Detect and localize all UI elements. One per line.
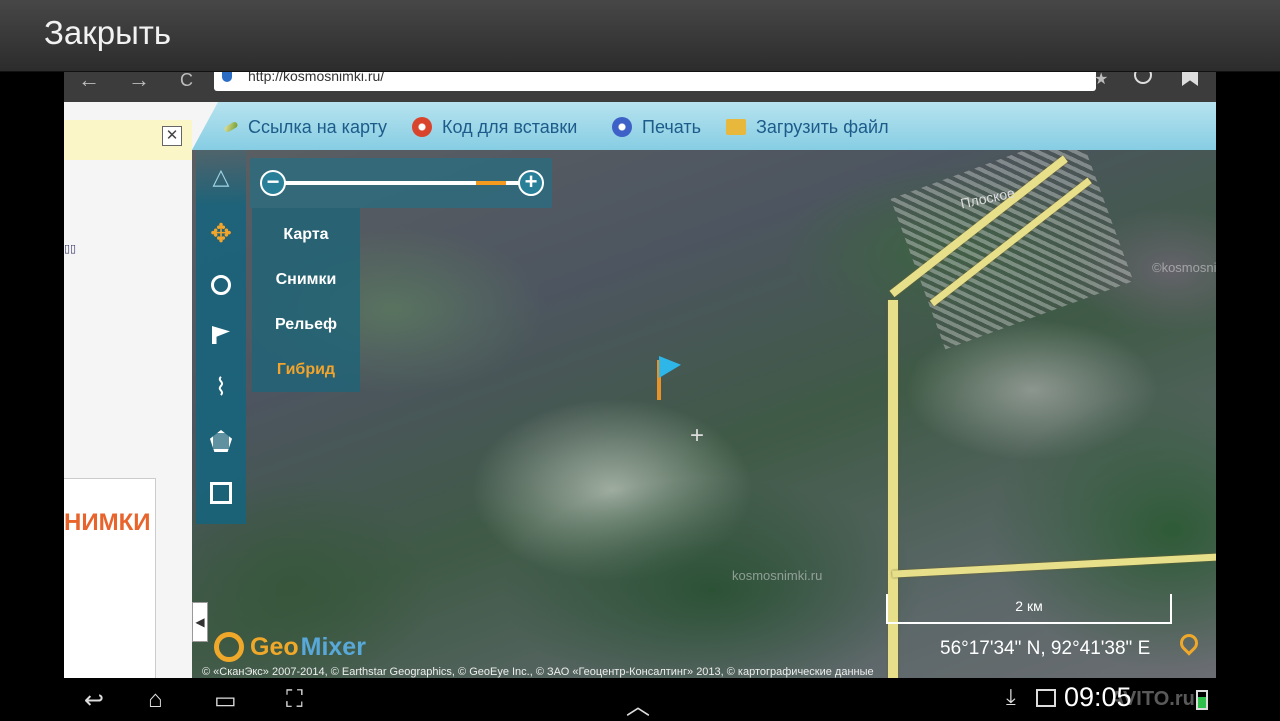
satellite-map[interactable]: Плоское ©kosmosnimki.ru kosmosnimki.ru +… <box>192 150 1216 678</box>
town-area <box>890 150 1134 350</box>
download-icon: ⤓ <box>1006 684 1016 709</box>
toolbar-upload-file[interactable]: Загрузить файл <box>726 116 889 138</box>
print-icon <box>612 117 632 137</box>
layer-relief[interactable]: Рельеф <box>252 316 360 334</box>
collapse-panel-button[interactable]: ◀ <box>192 602 208 642</box>
zoom-tool[interactable] <box>206 270 236 300</box>
polyline-icon[interactable]: ⌇ <box>206 372 236 402</box>
polygon-tool[interactable] <box>206 426 236 456</box>
system-nav-bar: ↩ ⌂ ▭ ⛶ ︿ ⤓ 09:05 AVITO.ru <box>0 678 1280 721</box>
scale-label: 2 км <box>1015 598 1043 614</box>
toolbar-item-label: Печать <box>642 116 701 137</box>
location-pin-icon[interactable] <box>1176 630 1202 656</box>
tiny-logo-icon: ▯▯ <box>64 243 77 255</box>
tool-strip: △ ✥ ⌇ <box>196 150 246 524</box>
layer-hybrid[interactable]: Гибрид <box>252 361 360 379</box>
forward-arrow-icon[interactable]: → <box>128 72 150 91</box>
road-southeast <box>892 553 1216 578</box>
zoom-out-button[interactable]: − <box>260 170 286 196</box>
search-icon[interactable] <box>1134 72 1152 84</box>
reload-icon[interactable]: C <box>180 72 193 89</box>
layer-satellite[interactable]: Снимки <box>252 271 360 289</box>
geomixer-logo: Geo Mixer <box>214 632 366 662</box>
crosshair-icon: + <box>690 422 705 449</box>
left-panel: ✕ ▯▯ НИМКИ <box>64 102 192 678</box>
promo-banner[interactable]: НИМКИ <box>64 478 156 678</box>
back-icon[interactable]: ↩ <box>84 686 104 715</box>
battery-icon <box>1196 690 1208 710</box>
toolbar-link-to-map[interactable]: Ссылка на карту <box>223 116 388 138</box>
recents-icon[interactable]: ▭ <box>214 686 237 715</box>
notification-box-icon <box>1036 689 1056 707</box>
screenshot-icon[interactable]: ⛶ <box>286 686 303 714</box>
top-bar: Закрыть <box>0 0 1280 72</box>
gear-icon <box>412 117 432 137</box>
browser-screen: ← → C http://kosmosnimki.ru/ ★ ✕ ▯▯ НИМК… <box>64 72 1216 678</box>
pan-arrows-icon[interactable]: ✥ <box>206 218 236 248</box>
toolbar-item-label: Код для вставки <box>442 116 578 137</box>
favicon-icon <box>222 72 232 82</box>
bookmarks-icon[interactable] <box>1182 72 1198 86</box>
rectangle-icon <box>210 482 232 504</box>
flag-tool[interactable] <box>206 320 236 350</box>
toolbar-item-label: Загрузить файл <box>756 116 889 137</box>
logo-mixer-text: Mixer <box>300 632 366 661</box>
scale-bar: 2 км <box>886 594 1172 624</box>
flag-marker-icon[interactable] <box>659 356 681 378</box>
toolbar-print[interactable]: Печать <box>612 116 701 138</box>
banner-text: НИМКИ <box>64 509 151 536</box>
flag-icon <box>212 326 230 344</box>
panel-close-button[interactable]: ✕ <box>162 126 182 146</box>
ruler-icon[interactable]: △ <box>206 162 236 192</box>
back-arrow-icon[interactable]: ← <box>78 72 100 91</box>
link-icon <box>223 120 239 134</box>
map-watermark: ©kosmosnimki.ru <box>1152 260 1216 275</box>
zoom-level-fill <box>476 181 506 185</box>
url-bar: ← → C http://kosmosnimki.ru/ ★ <box>64 72 1216 102</box>
logo-ring-icon <box>214 632 244 662</box>
logo-geo-text: Geo <box>250 632 299 661</box>
folder-icon <box>726 119 746 135</box>
zoom-in-button[interactable]: + <box>518 170 544 196</box>
toolbar-item-label: Ссылка на карту <box>248 116 388 137</box>
toolbar-embed-code[interactable]: Код для вставки <box>412 116 577 138</box>
coordinates-readout[interactable]: 56°17'34" N, 92°41'38" E <box>940 638 1150 660</box>
url-text: http://kosmosnimki.ru/ <box>248 72 385 84</box>
close-button[interactable]: Закрыть <box>44 14 171 52</box>
home-icon[interactable]: ⌂ <box>148 686 163 714</box>
avito-watermark: AVITO.ru <box>1110 688 1195 710</box>
layer-map[interactable]: Карта <box>252 226 360 244</box>
magnifier-icon <box>211 275 231 295</box>
layer-menu: Карта Снимки Рельеф Гибрид <box>252 208 360 392</box>
map-toolbar: Ссылка на карту Код для вставки Печать З… <box>192 102 1216 150</box>
copyright-text: © «СканЭкс» 2007-2014, © Earthstar Geogr… <box>202 666 874 678</box>
zoom-panel: − + <box>250 158 552 208</box>
map-watermark: kosmosnimki.ru <box>732 568 823 583</box>
rectangle-tool[interactable] <box>206 478 236 508</box>
address-input[interactable]: http://kosmosnimki.ru/ <box>214 72 1096 91</box>
polygon-icon <box>210 430 232 452</box>
chevron-up-icon[interactable]: ︿ <box>626 686 650 721</box>
bookmark-star-icon[interactable]: ★ <box>1094 72 1108 89</box>
